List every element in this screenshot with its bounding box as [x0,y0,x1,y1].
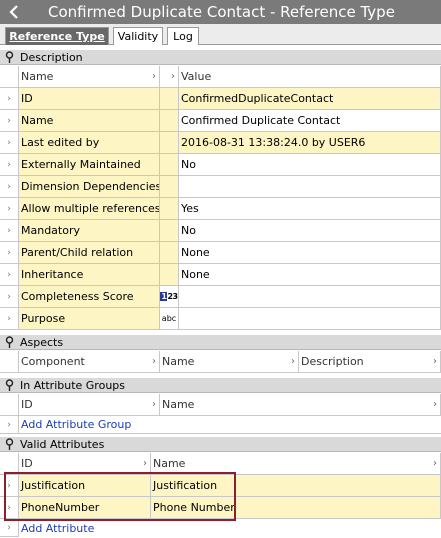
row-value[interactable]: No [179,220,441,242]
attribute-groups-section-header[interactable]: In Attribute Groups [0,378,441,393]
123-icon: 123 [160,286,179,308]
description-header-row: Name › › Value [0,66,441,88]
row-name: Completeness Score [19,286,160,308]
abc-icon: abc [160,308,179,330]
chevron-right-icon: › [152,71,156,82]
row-name: Dimension Dependencies [19,176,160,198]
table-row[interactable]: › Dimension Dependencies [0,176,441,198]
section-label: Description [20,50,83,64]
row-name: Name [19,110,160,132]
add-attribute-group-row: › Add Attribute Group [0,416,441,434]
row-value[interactable] [179,286,441,308]
selection-highlight [4,472,236,521]
pin-icon[interactable] [0,50,18,65]
column-header-name[interactable]: Name › [160,394,441,416]
table-row[interactable]: › Inheritance None [0,264,441,286]
row-name: ID [19,88,160,110]
row-value: 2016-08-31 13:38:24.0 by USER6 [179,132,441,154]
row-expand-icon[interactable]: › [0,154,19,176]
row-expand-icon[interactable]: › [0,308,19,330]
row-expand-icon[interactable]: › [0,110,19,132]
tab-bar: Reference Type Validity Log [0,24,441,45]
column-header-spacer: › [160,66,179,88]
row-name: Inheritance [19,264,160,286]
tab-reference-type[interactable]: Reference Type [5,27,109,45]
row-name: Parent/Child relation [19,242,160,264]
row-expand-icon[interactable]: › [0,416,19,434]
chevron-right-icon: › [433,458,437,469]
row-name: Externally Maintained [19,154,160,176]
column-header-component[interactable]: Component › [19,351,160,373]
table-row[interactable]: › Externally Maintained No [0,154,441,176]
column-header-name[interactable]: Name › [160,351,299,373]
row-name: Purpose [19,308,160,330]
row-value[interactable]: ConfirmedDuplicateContact [179,88,441,110]
row-expand-icon[interactable]: › [0,242,19,264]
add-attribute-link[interactable]: Add Attribute [19,519,441,537]
chevron-right-icon: › [433,399,437,410]
column-header-description[interactable]: Description › [299,351,441,373]
table-row[interactable]: › Parent/Child relation None [0,242,441,264]
aspects-header-row: Component › Name › Description › [0,351,441,373]
chevron-right-icon: › [291,356,295,367]
row-expand-icon[interactable]: › [0,198,19,220]
pin-icon[interactable] [0,378,18,393]
tab-log[interactable]: Log [167,27,199,45]
row-value[interactable]: Confirmed Duplicate Contact [179,110,441,132]
chevron-left-icon [9,5,18,19]
add-attribute-row: › Add Attribute [0,519,441,537]
row-expand-icon[interactable]: › [0,176,19,198]
row-expand-icon[interactable]: › [0,286,19,308]
column-header-id[interactable]: ID › [19,394,160,416]
row-value[interactable]: None [179,242,441,264]
row-expand-icon[interactable]: › [0,88,19,110]
row-value[interactable] [179,308,441,330]
chevron-right-icon: › [143,458,147,469]
pin-icon[interactable] [0,335,18,350]
row-name: Mandatory [19,220,160,242]
table-row[interactable]: › Purpose abc [0,308,441,330]
row-expand-icon[interactable]: › [0,132,19,154]
description-section-header[interactable]: Description [0,50,441,65]
add-attribute-group-link[interactable]: Add Attribute Group [19,416,441,434]
column-header-value[interactable]: Value [179,66,441,88]
row-expand-icon[interactable]: › [0,264,19,286]
section-label: Aspects [20,335,64,349]
row-value[interactable]: Yes [179,198,441,220]
chevron-right-icon: › [152,399,156,410]
table-row[interactable]: › Allow multiple references Yes [0,198,441,220]
title-bar: Confirmed Duplicate Contact - Reference … [0,0,441,24]
aspects-section-header[interactable]: Aspects [0,335,441,350]
row-value[interactable]: None [179,264,441,286]
row-name: Last edited by [19,132,160,154]
valid-attributes-section-header[interactable]: Valid Attributes [0,437,441,452]
row-expand-icon[interactable]: › [0,220,19,242]
pin-icon[interactable] [0,437,18,452]
table-row[interactable]: › Mandatory No [0,220,441,242]
chevron-right-icon: › [152,356,156,367]
column-header-name[interactable]: Name › [19,66,160,88]
section-label: Valid Attributes [20,437,105,451]
table-row[interactable]: › Last edited by 2016-08-31 13:38:24.0 b… [0,132,441,154]
row-expand-icon[interactable]: › [0,519,19,537]
row-name: Allow multiple references [19,198,160,220]
back-button[interactable] [0,0,28,24]
section-label: In Attribute Groups [20,378,125,392]
table-row[interactable]: › Completeness Score 123 [0,286,441,308]
row-value[interactable] [179,176,441,198]
chevron-right-icon: › [171,71,175,82]
tab-validity[interactable]: Validity [113,27,163,45]
window-title: Confirmed Duplicate Contact - Reference … [48,3,395,21]
row-value[interactable]: No [179,154,441,176]
chevron-right-icon: › [433,356,437,367]
attribute-groups-header-row: ID › Name › [0,394,441,416]
table-row[interactable]: › Name Confirmed Duplicate Contact [0,110,441,132]
table-row[interactable]: › ID ConfirmedDuplicateContact [0,88,441,110]
